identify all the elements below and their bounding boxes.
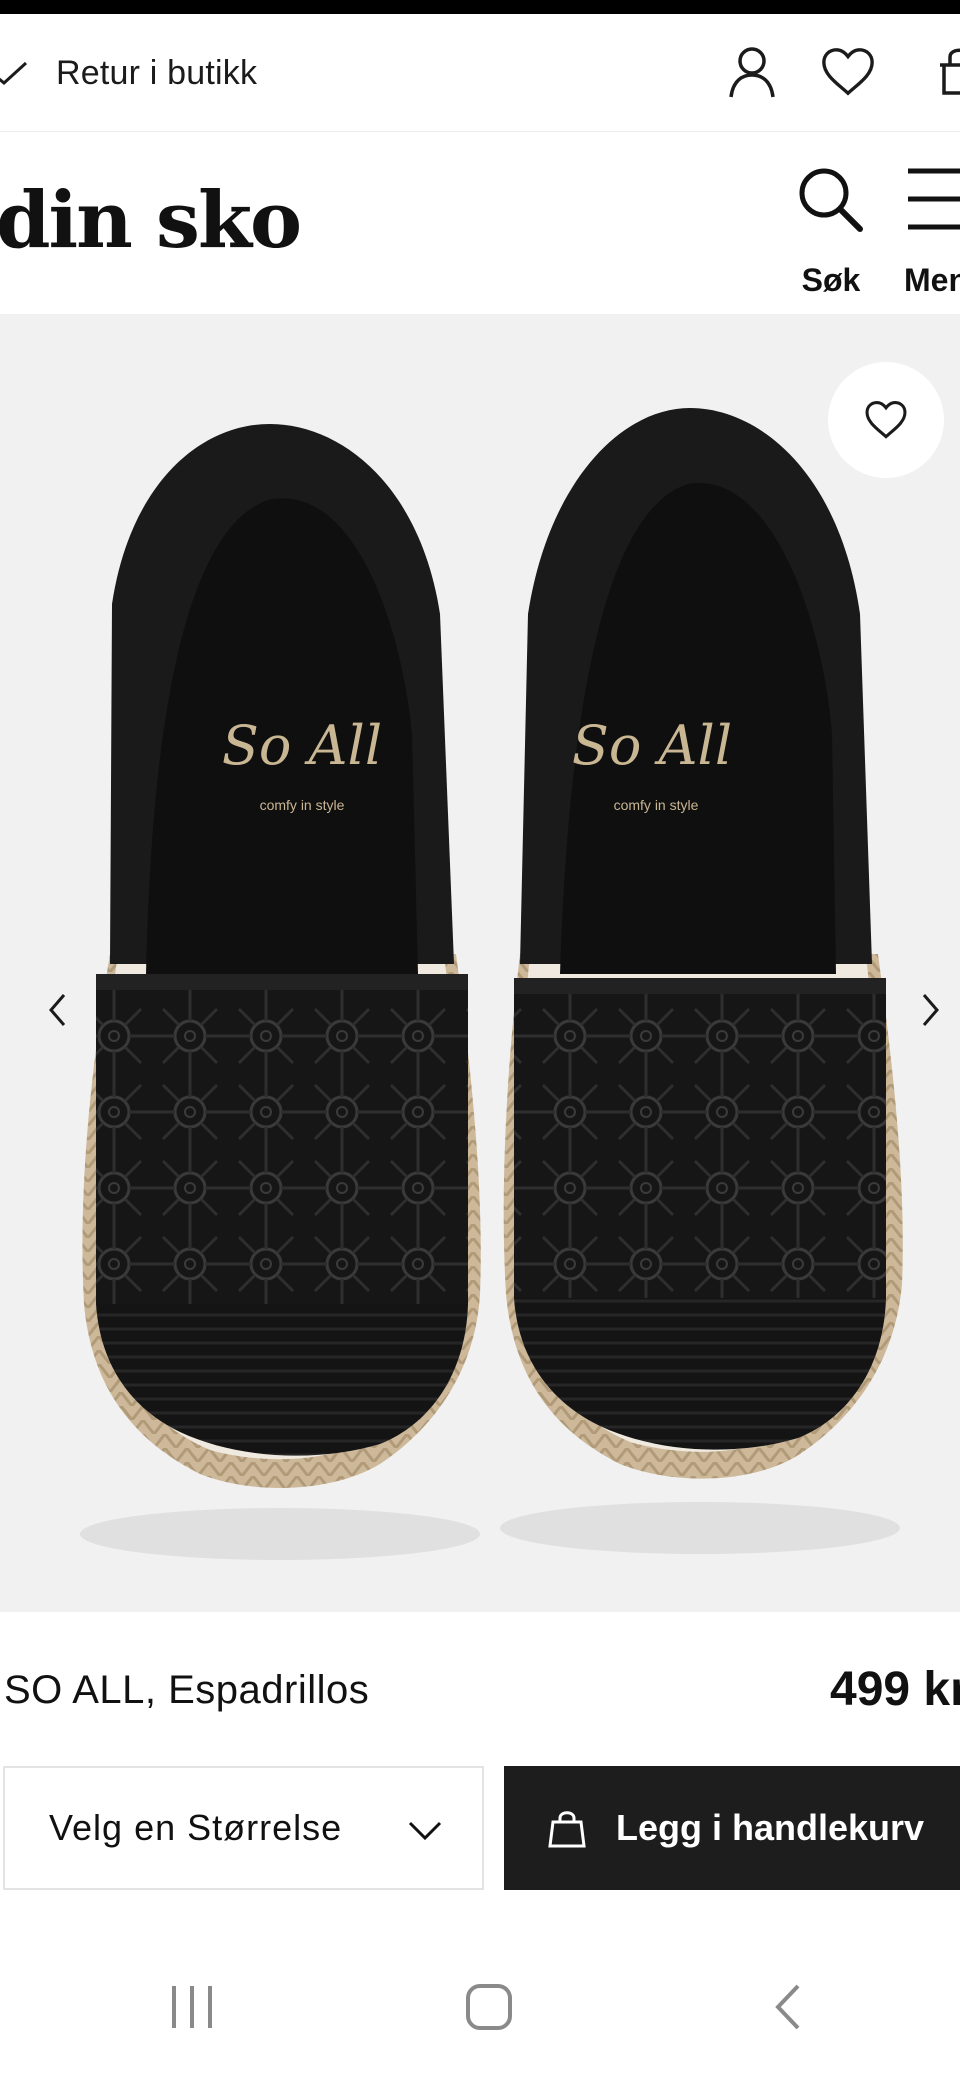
- menu-label: Meny: [904, 262, 960, 298]
- right-insole-tagline: comfy in style: [614, 797, 699, 813]
- site-header: din sko Søk Meny: [0, 132, 960, 314]
- chevron-right-icon: [922, 994, 939, 1026]
- product-image: So All comfy in style So All comfy in st…: [80, 408, 903, 1560]
- back-icon: [775, 1984, 800, 2030]
- size-select[interactable]: Velg en Størrelse: [3, 1766, 484, 1890]
- site-logo[interactable]: din sko: [0, 182, 302, 260]
- product-info: SO ALL, Espadrillos 499 kr: [0, 1612, 960, 1762]
- usp-bar: Retur i butikk: [0, 14, 960, 132]
- favorite-button[interactable]: [828, 362, 944, 478]
- home-button[interactable]: [449, 1972, 529, 2042]
- product-image-gallery[interactable]: So All comfy in style So All comfy in st…: [0, 314, 960, 1612]
- right-shoe: [500, 408, 903, 1554]
- heart-icon: [865, 401, 907, 439]
- menu-button[interactable]: Meny: [880, 150, 960, 300]
- add-to-cart-label: Legg i handlekurv: [616, 1807, 925, 1848]
- menu-icon: [880, 150, 960, 250]
- back-button[interactable]: [748, 1972, 828, 2042]
- recent-apps-button[interactable]: [152, 1972, 232, 2042]
- add-to-cart-button[interactable]: Legg i handlekurv: [504, 1766, 960, 1890]
- recent-apps-icon: [172, 1986, 212, 2028]
- left-insole-tagline: comfy in style: [260, 797, 345, 813]
- bag-icon: [548, 1811, 586, 1848]
- chevron-left-icon: [49, 994, 66, 1026]
- left-shoe: [80, 424, 481, 1560]
- search-icon: [776, 150, 886, 250]
- product-price: 499 kr: [830, 1663, 960, 1716]
- benefit-text: Retur i butikk: [56, 53, 258, 92]
- user-icon[interactable]: [724, 44, 780, 100]
- status-bar: [0, 0, 960, 14]
- size-select-label: Velg en Størrelse: [49, 1807, 343, 1848]
- heart-icon[interactable]: [820, 44, 876, 100]
- previous-image-button[interactable]: [28, 980, 88, 1040]
- home-icon: [466, 1984, 512, 2030]
- search-button[interactable]: Søk: [776, 150, 886, 300]
- left-insole-brand: So All: [222, 714, 382, 777]
- check-icon: [0, 53, 40, 93]
- next-image-button[interactable]: [900, 980, 960, 1040]
- benefit-item: Retur i butikk: [0, 48, 257, 98]
- product-name: SO ALL, Espadrillos: [4, 1668, 370, 1712]
- chevron-down-icon: [408, 1821, 442, 1841]
- search-label: Søk: [801, 262, 861, 298]
- bag-icon[interactable]: [930, 44, 960, 100]
- android-nav-bar: [0, 1932, 960, 2080]
- right-insole-brand: So All: [572, 714, 732, 777]
